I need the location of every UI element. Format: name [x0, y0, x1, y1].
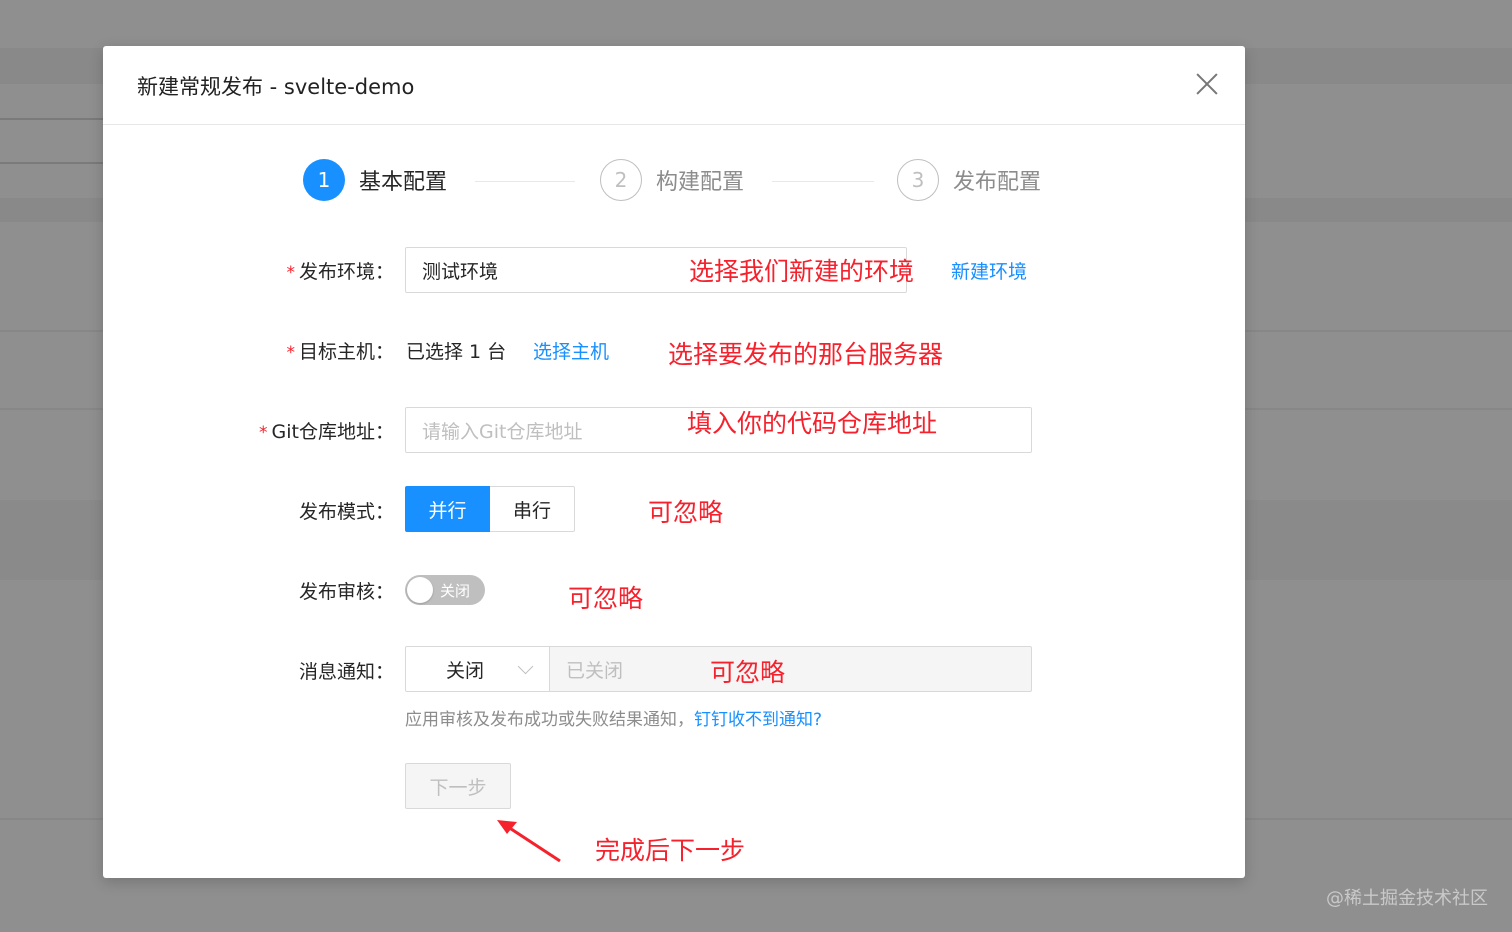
- step-number: 3: [897, 159, 939, 201]
- background-divider: [0, 162, 103, 164]
- step-connector: [475, 181, 575, 182]
- mode-radio-group: 并行 串行: [405, 486, 575, 532]
- step-label: 基本配置: [359, 170, 448, 195]
- required-mark: *: [286, 263, 295, 283]
- host-label: * 目标主机：: [286, 337, 394, 364]
- host-label-text: 目标主机：: [298, 341, 394, 363]
- new-release-modal: 新建常规发布 - svelte-demo 1 基本配置 2 构建配置 3 发布配…: [103, 46, 1245, 878]
- review-toggle[interactable]: 关闭: [405, 575, 485, 605]
- required-mark: *: [286, 343, 295, 363]
- new-env-link[interactable]: 新建环境: [951, 257, 1027, 284]
- step-number: 1: [303, 159, 345, 201]
- step-connector: [772, 181, 874, 182]
- step-label: 发布配置: [953, 170, 1042, 195]
- step-release-config: 3 发布配置: [897, 159, 1041, 201]
- mode-serial-button[interactable]: 串行: [490, 486, 575, 532]
- annotation-next: 完成后下一步: [595, 836, 746, 865]
- git-label-text: Git仓库地址：: [271, 421, 394, 443]
- git-url-placeholder: 请输入Git仓库地址: [422, 420, 583, 443]
- step-build-config: 2 构建配置: [600, 159, 744, 201]
- mode-parallel-button[interactable]: 并行: [405, 486, 490, 532]
- notify-input[interactable]: 已关闭: [550, 646, 1032, 692]
- annotation-env: 选择我们新建的环境: [689, 257, 915, 286]
- review-label: 发布审核：: [298, 581, 394, 603]
- annotation-notify: 可忽略: [710, 658, 786, 687]
- modal-title: 新建常规发布 - svelte-demo: [137, 75, 415, 99]
- notify-select[interactable]: 关闭: [405, 646, 550, 692]
- mode-label: 发布模式：: [298, 501, 394, 523]
- git-label: * Git仓库地址：: [259, 417, 394, 444]
- step-label: 构建配置: [656, 170, 745, 195]
- env-label: * 发布环境：: [286, 257, 394, 284]
- arrow-annotation-icon: [497, 820, 561, 863]
- notify-help-label: 应用审核及发布成功或失败结果通知，: [405, 710, 694, 730]
- env-label-text: 发布环境：: [298, 261, 394, 283]
- notify-input-placeholder: 已关闭: [566, 659, 624, 682]
- env-value: 测试环境: [422, 260, 499, 283]
- annotation-git: 填入你的代码仓库地址: [687, 409, 938, 438]
- dingtalk-help-link[interactable]: 钉钉收不到通知?: [694, 710, 822, 730]
- annotation-mode: 可忽略: [648, 498, 724, 527]
- notify-help-text: 应用审核及发布成功或失败结果通知，钉钉收不到通知?: [405, 705, 822, 730]
- required-mark: *: [259, 423, 268, 443]
- next-step-button[interactable]: 下一步: [405, 763, 511, 809]
- notify-select-value: 关闭: [446, 659, 485, 682]
- annotation-review: 可忽略: [568, 584, 644, 613]
- annotation-host: 选择要发布的那台服务器: [668, 340, 944, 369]
- close-icon[interactable]: [1195, 72, 1219, 96]
- background-divider: [0, 118, 103, 120]
- host-selected-count: 已选择 1 台: [406, 341, 507, 363]
- step-number: 2: [600, 159, 642, 201]
- modal-header: 新建常规发布 - svelte-demo: [103, 46, 1245, 125]
- notify-label: 消息通知：: [298, 661, 394, 683]
- watermark: @稀土掘金技术社区: [1326, 888, 1488, 909]
- toggle-text: 关闭: [440, 582, 471, 600]
- toggle-knob: [407, 577, 433, 603]
- step-basic-config: 1 基本配置: [303, 159, 447, 201]
- chevron-down-icon: [517, 658, 534, 674]
- select-host-link[interactable]: 选择主机: [533, 337, 609, 364]
